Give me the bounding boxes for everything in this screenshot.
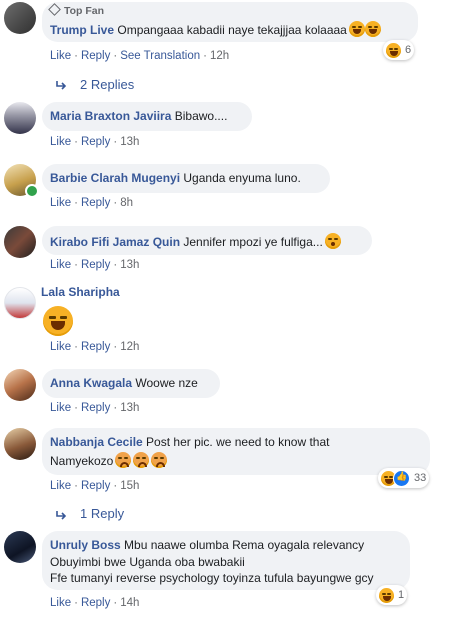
haha-reaction-icon [386,42,401,58]
like-link[interactable]: Like [50,480,71,492]
comment-content: Nabbanja Cecile Post her pic. we need to… [50,435,330,449]
online-status-dot [25,184,39,198]
reply-arrow-icon [56,81,67,90]
comment-actions: Like · Reply · 15h [50,480,140,492]
comment-actions: Like · Reply · 13h [50,402,140,414]
like-link[interactable]: Like [50,402,71,414]
reaction-count: 6 [405,44,412,56]
comment-author[interactable]: Barbie Clarah Mugenyi [50,171,180,185]
top-fan-badge: Top Fan [48,3,104,17]
comment-actions: Like · Reply · 14h [50,597,140,609]
reply-link[interactable]: Reply [81,136,110,148]
comment-author[interactable]: Maria Braxton Javiira [50,109,171,123]
comment-text: Post her pic. we need to know that [146,435,330,449]
reaction-summary[interactable]: 1 [376,585,408,605]
timestamp[interactable]: 13h [120,402,139,414]
comment-author[interactable]: Nabbanja Cecile [50,435,143,449]
comment-content: Barbie Clarah Mugenyi Uganda enyuma luno… [50,171,301,185]
like-link[interactable]: Like [50,341,71,353]
timestamp[interactable]: 13h [120,259,139,271]
comment-actions: Like · Reply · 12h [50,341,140,353]
haha-reaction-icon [379,587,394,603]
comment-text: Woowe nze [135,376,198,390]
comment-content: Trump Live Ompangaaa kabadii naye tekajj… [50,21,381,37]
like-link[interactable]: Like [50,197,71,209]
avatar[interactable] [4,102,36,134]
reply-link[interactable]: Reply [81,259,110,271]
comment-content: Lala Sharipha [41,285,120,299]
comment-actions: Like · Reply · 13h [50,136,140,148]
timestamp[interactable]: 8h [120,197,133,209]
like-reaction-icon [393,469,410,487]
comment-content: Kirabo Fifi Jamaz Quin Jennifer mpozi ye… [50,233,341,249]
like-link[interactable]: Like [50,50,71,62]
like-link[interactable]: Like [50,136,71,148]
comment-text: Obuyimbi bwe Uganda oba bwabakii [50,555,245,569]
diamond-icon [48,3,61,16]
angry-emoji-icon [151,452,168,468]
avatar[interactable] [4,428,36,460]
reaction-count: 1 [398,589,405,601]
see-translation-link[interactable]: See Translation [120,50,200,62]
comment-actions: Like · Reply · 8h [50,197,133,209]
reply-link[interactable]: Reply [81,341,110,353]
comment-text: Namyekozo [50,454,114,468]
reply-link[interactable]: Reply [81,50,110,62]
reply-link[interactable]: Reply [81,480,110,492]
comment-content: Unruly Boss Mbu naawe olumba Rema oyagal… [50,538,364,552]
comment-sticker [43,306,73,336]
like-link[interactable]: Like [50,597,71,609]
comment-text: Ompangaaa kabadii naye tekajjjaa kolaaaa [117,23,347,37]
comment-author[interactable]: Lala Sharipha [41,285,120,299]
comment-text-line: Namyekozo [50,452,168,468]
comment-author[interactable]: Trump Live [50,23,114,37]
reply-arrow-icon [56,511,67,520]
comment-actions: Like · Reply · 13h [50,259,140,271]
laughing-emoji-icon [43,306,73,336]
reaction-summary[interactable]: 6 [383,40,415,60]
timestamp[interactable]: 13h [120,136,139,148]
comment-content: Maria Braxton Javiira Bibawo.... [50,109,227,123]
like-link[interactable]: Like [50,259,71,271]
timestamp[interactable]: 12h [210,50,229,62]
timestamp[interactable]: 14h [120,597,139,609]
view-replies-link[interactable]: 2 Replies [80,77,134,92]
angry-emoji-icon [133,452,150,468]
comment-actions: Like · Reply · See Translation · 12h [50,50,230,62]
laughing-emoji-icon [348,21,365,37]
comment-text: Jennifer mpozi ye fulfiga... [183,235,323,249]
avatar[interactable] [4,531,36,563]
comment-author[interactable]: Anna Kwagala [50,376,132,390]
comment-text: Mbu naawe olumba Rema oyagala relevancy [124,538,365,552]
avatar[interactable] [4,226,36,258]
flushed-emoji-icon [324,233,341,249]
comment-text: Uganda enyuma luno. [183,171,301,185]
laughing-emoji-icon [364,21,381,37]
avatar[interactable] [4,2,36,34]
comment-author[interactable]: Kirabo Fifi Jamaz Quin [50,235,180,249]
timestamp[interactable]: 12h [120,341,139,353]
comment-content: Anna Kwagala Woowe nze [50,376,198,390]
comment-text: Ffe tumanyi reverse psychology toyinza t… [50,571,374,585]
angry-emoji-icon [115,452,132,468]
avatar[interactable] [4,369,36,401]
reaction-count: 33 [414,472,427,484]
avatar[interactable] [4,287,36,319]
reply-link[interactable]: Reply [81,597,110,609]
reply-link[interactable]: Reply [81,197,110,209]
timestamp[interactable]: 15h [120,480,139,492]
reaction-summary[interactable]: 33 [378,468,430,488]
comment-text: Bibawo.... [174,109,228,123]
comment-author[interactable]: Unruly Boss [50,538,121,552]
reply-link[interactable]: Reply [81,402,110,414]
view-replies-link[interactable]: 1 Reply [80,506,124,521]
